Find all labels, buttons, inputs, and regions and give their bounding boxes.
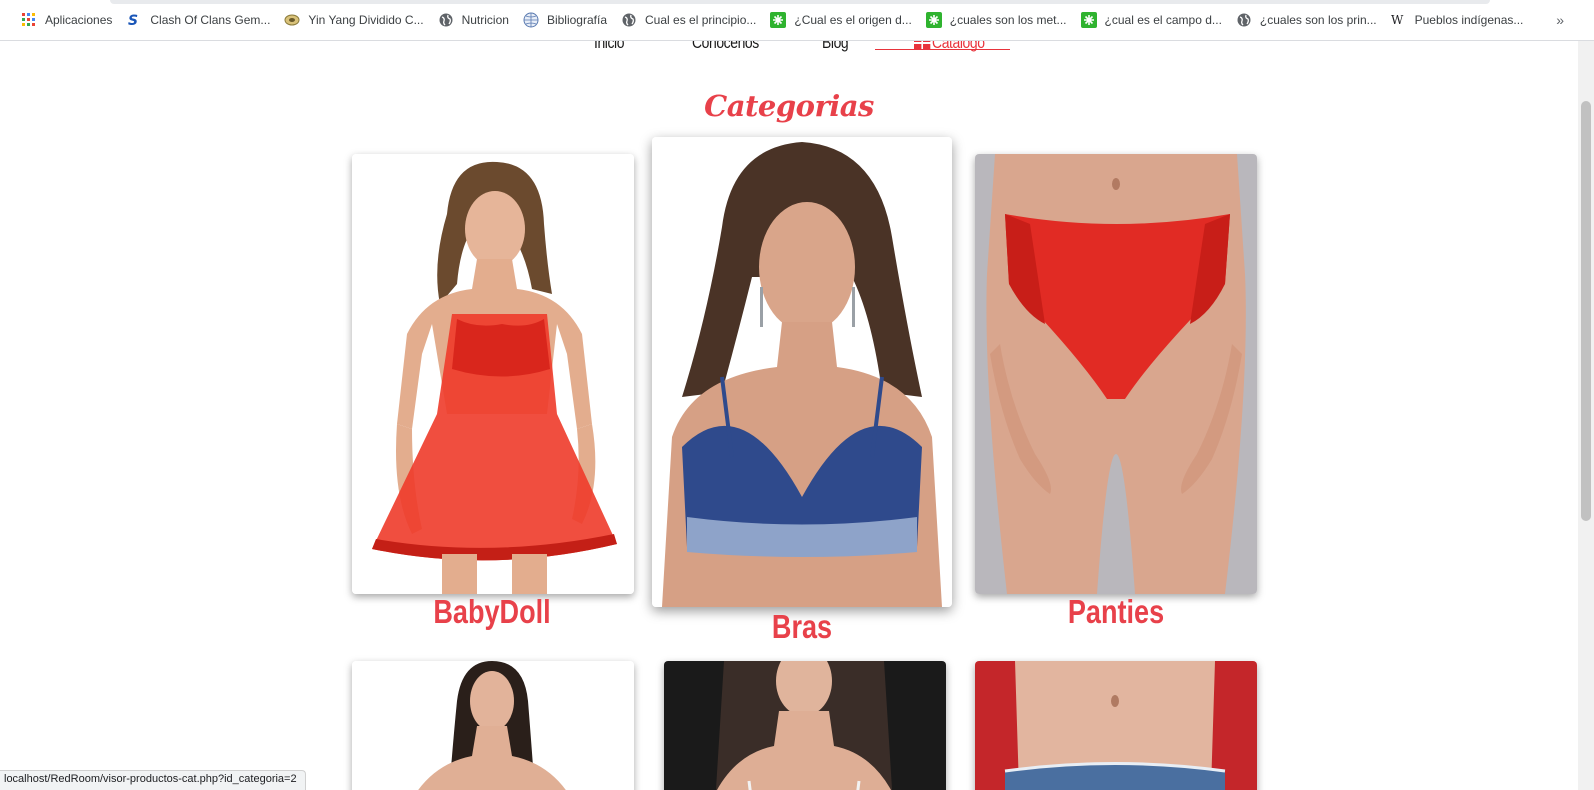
green-star-icon: [770, 12, 787, 28]
category-image-row2-1: [352, 661, 634, 790]
bras-image: [652, 137, 952, 607]
globe-icon: [438, 12, 454, 28]
category-label-bras[interactable]: Bras: [720, 608, 884, 646]
bookmark-label: Bibliografía: [546, 13, 607, 27]
wikipedia-icon: W: [1391, 12, 1407, 28]
page-title: Categorias: [704, 89, 874, 123]
category-card-babydoll[interactable]: [352, 154, 634, 594]
bookmark-principio[interactable]: Cual es el principio...: [614, 6, 763, 34]
nav-blog[interactable]: Blog: [822, 41, 849, 53]
page-content: Inicio Conocenos Blog Catalogo Categoria…: [0, 41, 1578, 790]
globe-icon: [621, 12, 637, 28]
green-star-icon: [925, 12, 942, 28]
bookmark-label: Aplicaciones: [45, 13, 113, 27]
nav-catalogo-label: Catalogo: [932, 41, 985, 52]
panties-image: [975, 154, 1257, 594]
category-card-panties[interactable]: [975, 154, 1257, 594]
bookmark-label: ¿cuales son los met...: [949, 13, 1067, 27]
bookmark-principios[interactable]: ¿cuales son los prin...: [1229, 6, 1384, 34]
nav-active-underline: [875, 49, 1010, 50]
bookmark-label: Cual es el principio...: [645, 13, 757, 27]
bookmark-label: ¿Cual es el origen d...: [794, 13, 912, 27]
bookmark-metodos[interactable]: ¿cuales son los met...: [919, 6, 1074, 34]
category-image-row2-3: [975, 661, 1257, 790]
scrollbar-thumb[interactable]: [1581, 101, 1591, 521]
category-label-panties[interactable]: Panties: [1034, 593, 1198, 631]
bookmark-label: Clash Of Clans Gem...: [150, 13, 271, 27]
category-card-row2-3[interactable]: [975, 661, 1257, 790]
svg-text:W: W: [1391, 13, 1404, 27]
category-image-row2-2: [664, 661, 946, 790]
category-label-babydoll[interactable]: BabyDoll: [410, 593, 574, 631]
bookmark-label: ¿cuales son los prin...: [1259, 13, 1377, 27]
green-star-icon: [1080, 12, 1097, 28]
globe-blue-icon: [523, 12, 539, 28]
bookmark-pueblos[interactable]: W Pueblos indígenas...: [1384, 6, 1531, 34]
bookmark-clash[interactable]: S Clash Of Clans Gem...: [119, 6, 277, 34]
category-card-row2-2[interactable]: [664, 661, 946, 790]
bookmark-aplicaciones[interactable]: Aplicaciones: [14, 6, 119, 34]
bookmarks-bar: Aplicaciones S Clash Of Clans Gem... Yin…: [0, 0, 1594, 41]
babydoll-image: [352, 154, 634, 594]
bookmark-bibliografia[interactable]: Bibliografía: [516, 6, 614, 34]
bookmark-label: Pueblos indígenas...: [1414, 13, 1524, 27]
nav-inicio[interactable]: Inicio: [594, 41, 624, 53]
bookmark-origen[interactable]: ¿Cual es el origen d...: [763, 6, 918, 34]
page-scrollbar[interactable]: [1578, 41, 1594, 790]
bookmark-yinyang[interactable]: Yin Yang Dividido C...: [277, 6, 430, 34]
svg-text:S: S: [128, 13, 138, 28]
main-nav: Inicio Conocenos Blog Catalogo: [0, 41, 1578, 59]
catalog-grid-icon: [914, 41, 931, 54]
bookmark-label: ¿cual es el campo d...: [1104, 13, 1222, 27]
apps-grid-icon: [21, 12, 37, 28]
s-logo-icon: S: [126, 12, 142, 28]
bookmark-label: Yin Yang Dividido C...: [308, 13, 424, 27]
bookmark-nutricion[interactable]: Nutricion: [431, 6, 516, 34]
status-url-bar: localhost/RedRoom/visor-productos-cat.ph…: [0, 770, 306, 790]
bookmark-label: Nutricion: [461, 13, 509, 27]
category-card-row2-1[interactable]: [352, 661, 634, 790]
omnibox-edge: [110, 0, 1490, 4]
globe-icon: [1236, 12, 1252, 28]
bookmark-campo[interactable]: ¿cual es el campo d...: [1074, 6, 1229, 34]
nav-conocenos[interactable]: Conocenos: [692, 41, 759, 53]
more-bookmarks-icon[interactable]: »: [1556, 12, 1564, 28]
category-card-bras[interactable]: [652, 137, 952, 607]
nav-catalogo[interactable]: Catalogo: [914, 41, 985, 54]
yin-yang-icon: [284, 12, 300, 28]
